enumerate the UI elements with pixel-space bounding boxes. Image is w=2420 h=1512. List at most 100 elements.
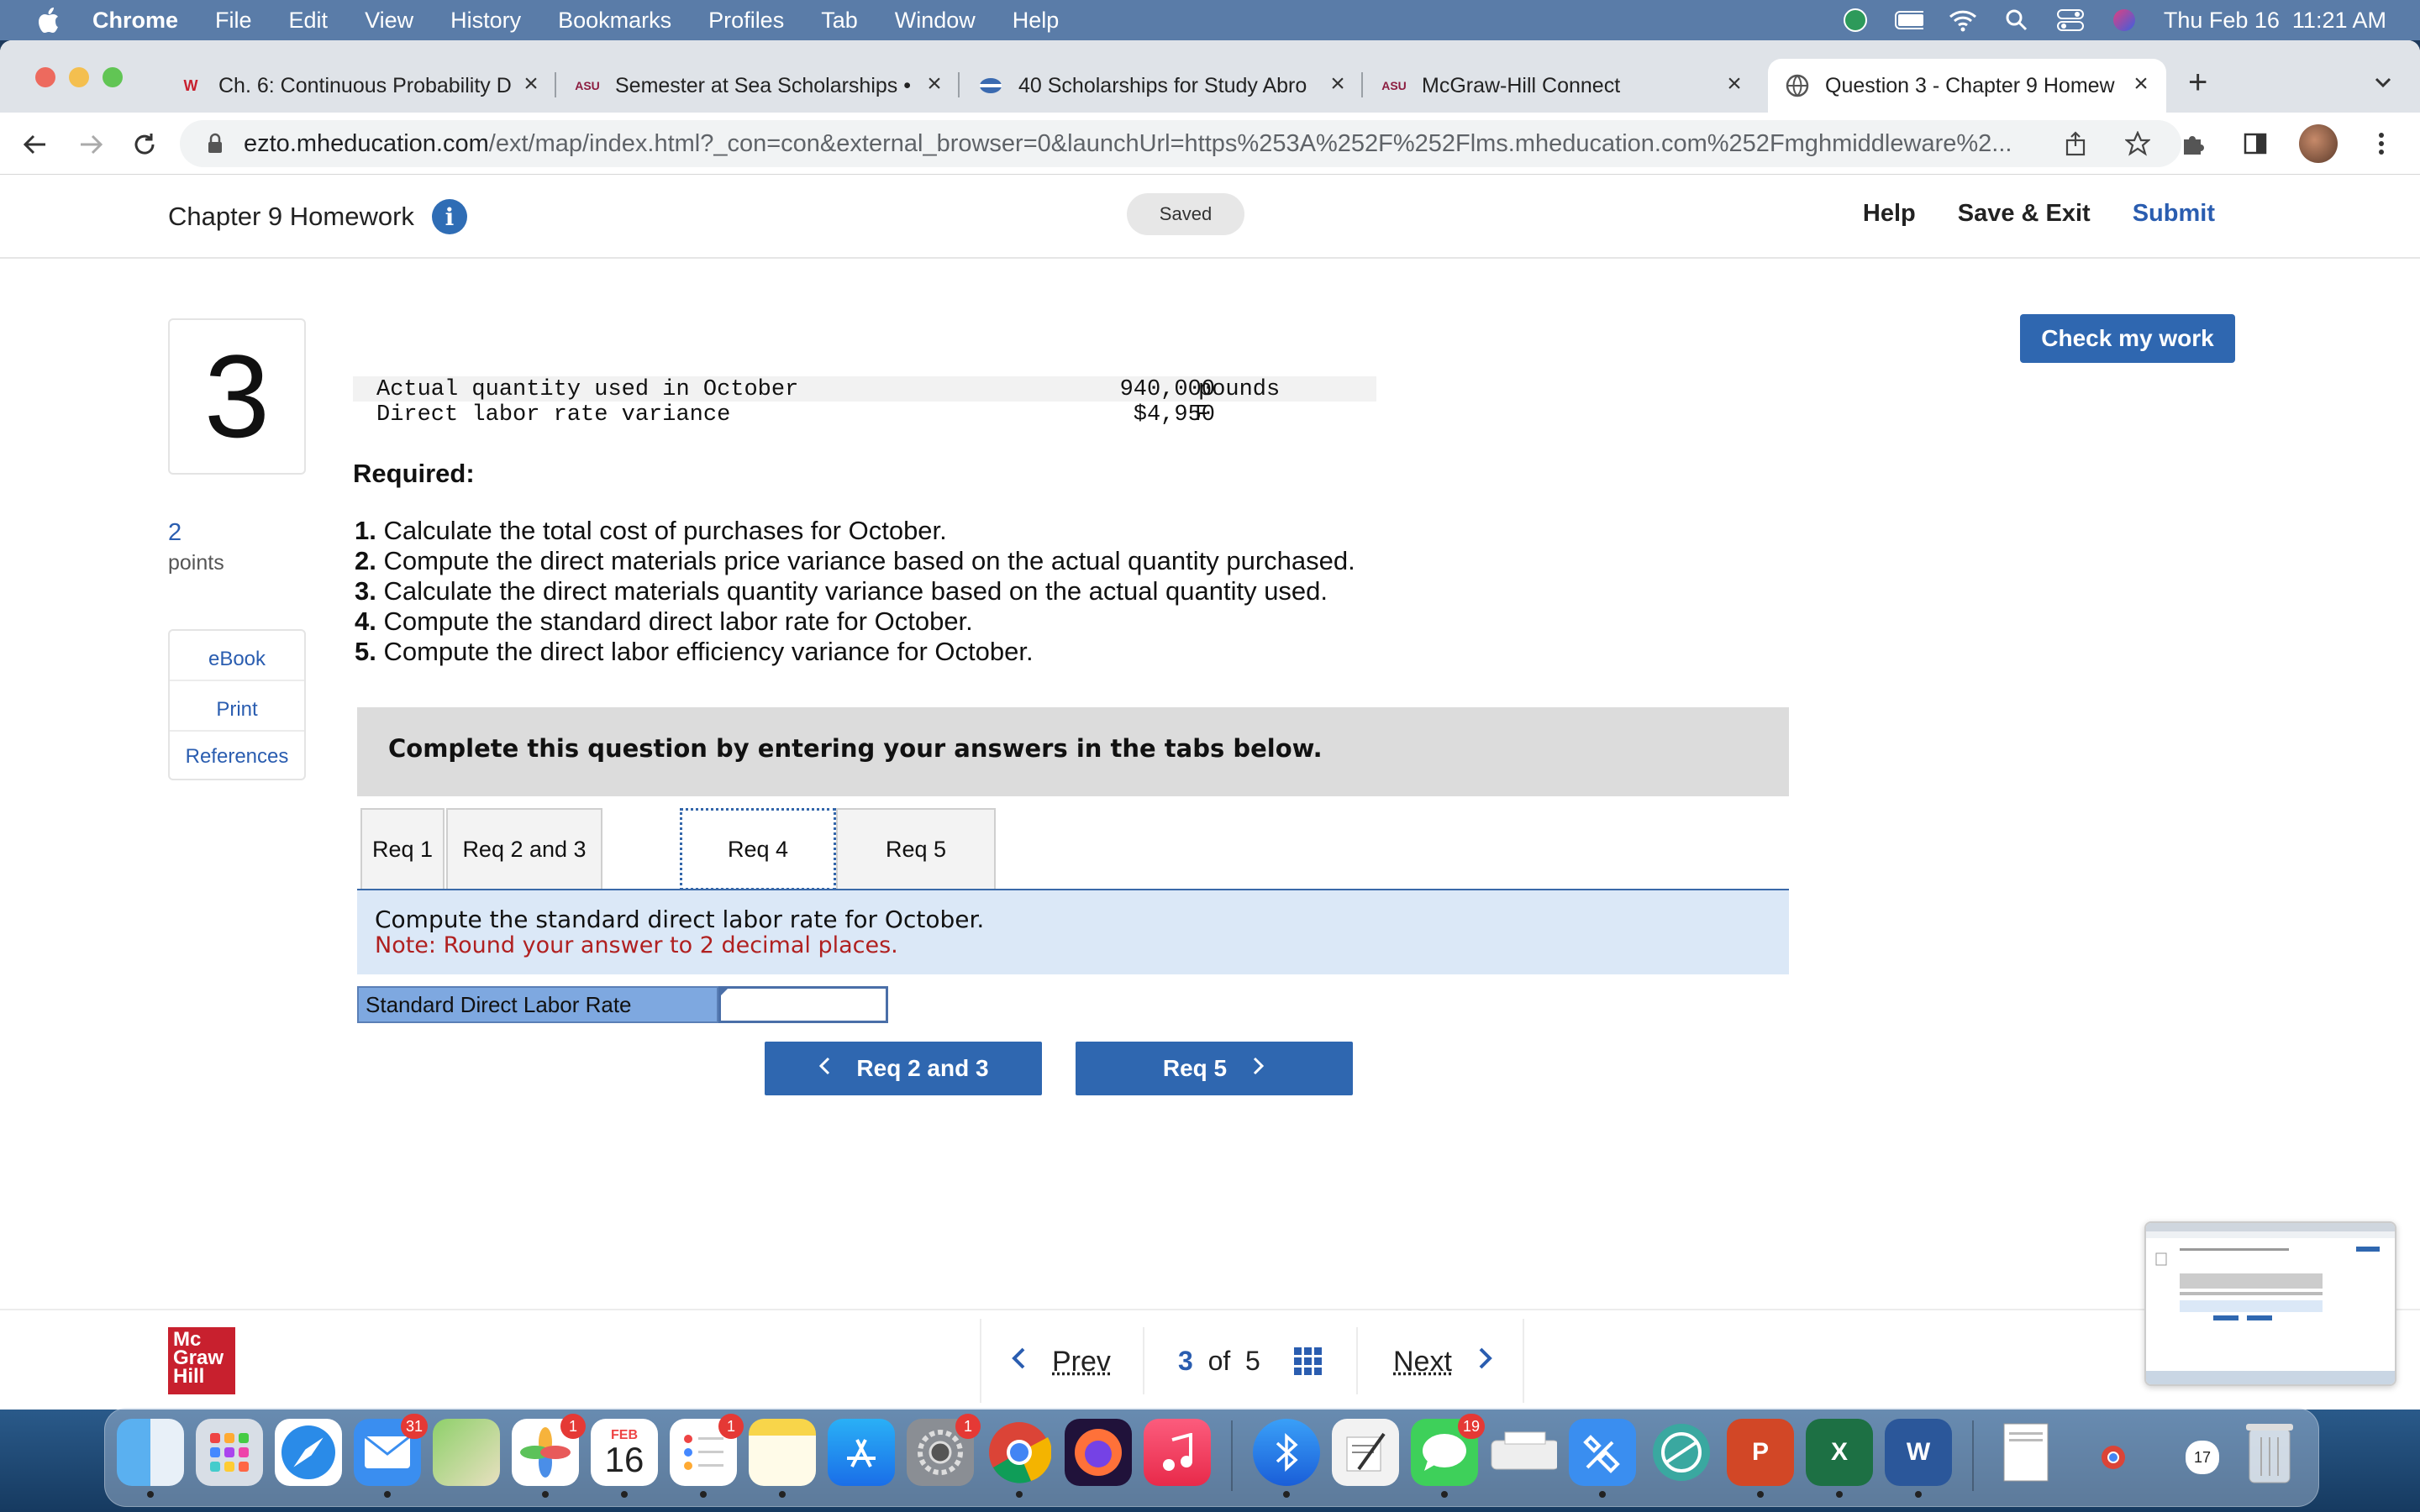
prev-req-button[interactable]: Req 2 and 3 [765, 1042, 1042, 1095]
tab-req-1[interactable]: Req 1 [360, 808, 445, 889]
reload-icon[interactable] [128, 128, 161, 161]
menu-profiles[interactable]: Profiles [708, 8, 784, 34]
zoom-window-button[interactable] [103, 67, 123, 87]
info-icon[interactable]: i [432, 199, 467, 234]
browser-tab-3[interactable]: 40 Scholarships for Study Abro × [961, 59, 1363, 113]
utility-tools-icon[interactable] [1569, 1419, 1636, 1486]
battery-icon[interactable] [1894, 8, 1923, 33]
question-grid-icon[interactable] [1294, 1347, 1323, 1376]
script-editor-icon[interactable] [1332, 1419, 1399, 1486]
menu-window[interactable]: Window [895, 8, 976, 34]
settings-badge: 1 [955, 1414, 981, 1439]
menu-tab[interactable]: Tab [821, 8, 858, 34]
side-panel-icon[interactable] [2237, 125, 2274, 162]
trash-icon[interactable] [2236, 1419, 2303, 1486]
list-item: 5. Compute the direct labor efficiency v… [355, 637, 1034, 666]
launchpad-icon[interactable] [196, 1419, 263, 1486]
tab-search-chevron-icon[interactable] [2371, 71, 2395, 94]
menu-help[interactable]: Help [1013, 8, 1060, 34]
browser-tab-4[interactable]: ASU McGraw-Hill Connect × [1365, 59, 1760, 113]
chrome-icon[interactable] [986, 1419, 1053, 1486]
menu-edit[interactable]: Edit [289, 8, 329, 34]
close-tab-icon[interactable]: × [921, 71, 948, 97]
word-icon[interactable]: W [1885, 1419, 1952, 1486]
printer-icon[interactable] [1490, 1419, 1557, 1486]
browser-tab-5-active[interactable]: Question 3 - Chapter 9 Homew × [1768, 59, 2166, 113]
safari-icon[interactable] [275, 1419, 342, 1486]
control-center-icon[interactable] [2056, 8, 2085, 33]
question-counter: 3 of 5 [1178, 1346, 1260, 1376]
close-tab-icon[interactable]: × [1721, 71, 1748, 97]
mini-calendar-icon[interactable]: 17 [2186, 1441, 2219, 1474]
save-exit-link[interactable]: Save & Exit [1958, 200, 2091, 228]
tab-req-2-and-3[interactable]: Req 2 and 3 [446, 808, 602, 889]
close-tab-icon[interactable]: × [2128, 71, 2154, 97]
menu-view[interactable]: View [365, 8, 413, 34]
back-arrow-icon[interactable] [18, 128, 52, 161]
close-tab-icon[interactable]: × [1324, 71, 1351, 97]
header-links: Help Save & Exit Submit [1863, 200, 2215, 228]
browser-tab-1[interactable]: W Ch. 6: Continuous Probability D × [161, 59, 556, 113]
grammarly-icon[interactable] [1841, 8, 1870, 33]
menu-bookmarks[interactable]: Bookmarks [558, 8, 671, 34]
references-link[interactable]: References [170, 745, 304, 769]
screenshot-thumbnail[interactable] [2144, 1221, 2396, 1386]
more-vertical-icon[interactable] [2363, 125, 2400, 162]
wifi-icon[interactable] [1949, 8, 1977, 33]
system-settings-icon[interactable]: 1 [907, 1414, 981, 1486]
chrome-minimized-icon[interactable] [2096, 1441, 2130, 1474]
profile-avatar[interactable] [2299, 124, 2338, 163]
mail-badge: 31 [400, 1414, 428, 1439]
next-req-button[interactable]: Req 5 [1076, 1042, 1353, 1095]
photos-icon[interactable]: 1 [512, 1414, 586, 1486]
music-icon[interactable] [1144, 1419, 1211, 1486]
menubar-clock[interactable]: Thu Feb 16 11:21 AM [2164, 8, 2386, 34]
tab-req-4[interactable]: Req 4 [680, 808, 836, 890]
siri-icon[interactable] [2110, 8, 2139, 33]
url-text[interactable]: ezto.mheducation.com/ext/map/index.html?… [244, 130, 2057, 158]
print-link[interactable]: Print [170, 698, 304, 722]
mail-icon[interactable]: 31 [354, 1414, 428, 1486]
check-my-work-button[interactable]: Check my work [2020, 314, 2235, 363]
next-question-link[interactable]: Next [1393, 1346, 1494, 1378]
close-window-button[interactable] [35, 67, 55, 87]
table-row: Direct labor rate variance $4,950 F [353, 402, 1376, 428]
submit-link[interactable]: Submit [2133, 200, 2215, 228]
apple-logo-icon[interactable] [34, 5, 64, 35]
share-icon[interactable] [2057, 125, 2094, 162]
ebook-link[interactable]: eBook [170, 648, 304, 671]
notes-icon[interactable] [749, 1419, 816, 1486]
tab-req-5[interactable]: Req 5 [836, 808, 996, 889]
extensions-puzzle-icon[interactable] [2175, 125, 2212, 162]
address-bar[interactable]: ezto.mheducation.com/ext/map/index.html?… [180, 120, 2181, 167]
maps-icon[interactable] [433, 1419, 500, 1486]
reminders-icon[interactable]: 1 [670, 1414, 744, 1486]
lock-icon[interactable] [203, 132, 227, 155]
app-store-icon[interactable] [828, 1419, 895, 1486]
minimize-window-button[interactable] [69, 67, 89, 87]
standard-direct-labor-rate-input[interactable] [718, 986, 888, 1023]
browser-tab-2[interactable]: ASU Semester at Sea Scholarships • × [558, 59, 960, 113]
bookmark-star-icon[interactable] [2119, 125, 2156, 162]
document-stack-icon[interactable] [1992, 1419, 2060, 1486]
excel-icon[interactable]: X [1806, 1419, 1873, 1486]
menu-history[interactable]: History [450, 8, 521, 34]
firefox-icon[interactable] [1065, 1419, 1132, 1486]
finder-icon[interactable] [117, 1419, 184, 1486]
chevron-right-icon [1252, 1055, 1265, 1082]
close-tab-icon[interactable]: × [518, 71, 544, 97]
bluetooth-icon[interactable] [1253, 1419, 1320, 1486]
help-link[interactable]: Help [1863, 200, 1916, 228]
prev-question-link[interactable]: Prev [1010, 1346, 1111, 1378]
calendar-icon[interactable]: FEB 16 [591, 1419, 658, 1486]
running-indicator [1915, 1491, 1922, 1498]
menu-app-name[interactable]: Chrome [92, 8, 178, 34]
cisco-anyconnect-icon[interactable] [1648, 1419, 1715, 1486]
powerpoint-icon[interactable]: P [1727, 1419, 1794, 1486]
new-tab-plus-icon[interactable]: + [2188, 66, 2207, 99]
forward-arrow-icon[interactable] [74, 128, 108, 161]
dock-separator [1231, 1420, 1233, 1491]
menu-file[interactable]: File [215, 8, 252, 34]
messages-icon[interactable]: 19 [1411, 1414, 1485, 1486]
spotlight-search-icon[interactable] [2002, 8, 2031, 33]
